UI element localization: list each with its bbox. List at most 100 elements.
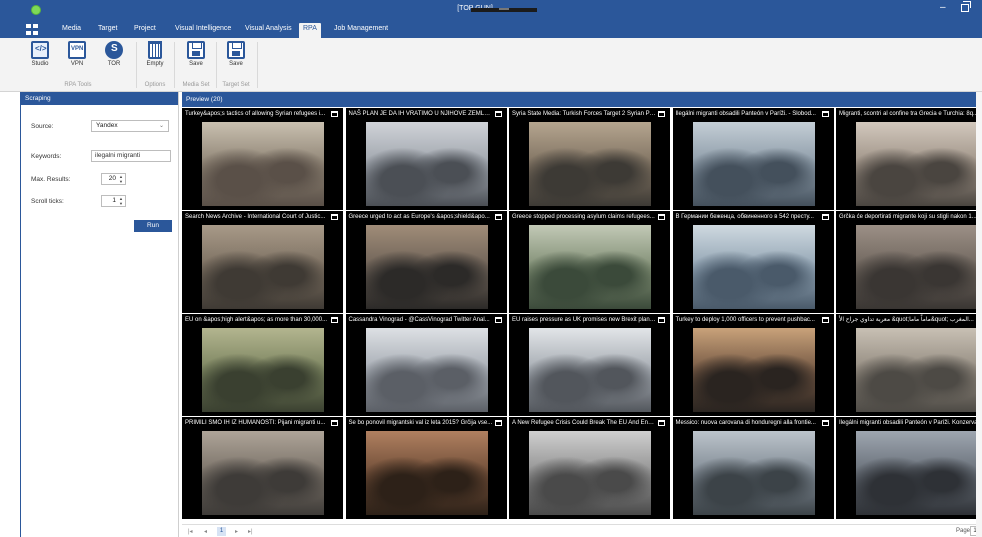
save-media-set-button[interactable]: Save bbox=[181, 41, 211, 81]
preview-thumbnail[interactable] bbox=[692, 122, 815, 206]
preview-thumbnail[interactable] bbox=[692, 328, 815, 412]
preview-thumbnail[interactable] bbox=[856, 431, 978, 515]
open-window-icon[interactable] bbox=[658, 317, 665, 323]
preview-card-caption: В Германии беженца, обвиненного в 542 пр… bbox=[675, 214, 814, 220]
preview-card[interactable]: Greece stopped processing asylum claims … bbox=[509, 211, 670, 313]
preview-thumbnail[interactable] bbox=[529, 225, 651, 309]
studio-label: Studio bbox=[31, 61, 49, 67]
preview-card[interactable]: Se bo ponovil migrantski val iz leta 201… bbox=[345, 417, 507, 519]
open-window-icon[interactable] bbox=[821, 420, 829, 426]
title-drag-strip[interactable] bbox=[471, 8, 537, 12]
preview-thumbnail[interactable] bbox=[529, 328, 651, 412]
preview-card[interactable]: NAŠ PLAN JE DA IH VRATIMO U NJIHOVE ZEML… bbox=[345, 108, 507, 210]
preview-card[interactable]: Turkey to deploy 1,000 officers to preve… bbox=[672, 314, 834, 416]
group-label-media-set: Media Set bbox=[182, 82, 210, 88]
empty-button[interactable]: Empty bbox=[140, 41, 170, 81]
open-window-icon[interactable] bbox=[331, 317, 338, 323]
studio-button[interactable]: </> Studio bbox=[25, 41, 55, 81]
keywords-input[interactable]: ilegalni migranti bbox=[91, 150, 171, 162]
preview-thumbnail[interactable] bbox=[365, 225, 488, 309]
tab-job-management[interactable]: Job Management bbox=[330, 23, 392, 38]
stepper-arrows-icon[interactable]: ▲ ▼ bbox=[118, 196, 124, 206]
open-window-icon[interactable] bbox=[821, 317, 829, 323]
tor-button[interactable]: S TOR bbox=[99, 41, 129, 81]
preview-thumbnail[interactable] bbox=[365, 122, 488, 206]
preview-thumbnail[interactable] bbox=[529, 431, 651, 515]
tab-rpa[interactable]: RPA bbox=[299, 23, 321, 38]
preview-card-caption: Cassandra Vinograd - @CassVinograd Twitt… bbox=[348, 317, 490, 323]
tab-project[interactable]: Project bbox=[130, 23, 160, 38]
scrollbar[interactable] bbox=[976, 92, 982, 537]
preview-card[interactable]: Search News Archive - International Cour… bbox=[182, 211, 343, 313]
preview-thumbnail[interactable] bbox=[365, 328, 488, 412]
preview-card[interactable]: Messico: nuova carovana di honduregni al… bbox=[672, 417, 834, 519]
preview-card[interactable]: معربة تداوي جراح الأ &quot;ماماً ماما&qu… bbox=[836, 314, 982, 416]
preview-card[interactable]: Greece urged to act as Europe's &apos;sh… bbox=[345, 211, 507, 313]
preview-grid: Turkey&apos;s tactics of allowing Syrian… bbox=[182, 108, 982, 519]
open-window-icon[interactable] bbox=[331, 214, 338, 220]
trash-icon bbox=[148, 41, 162, 59]
preview-card-caption: Migranti, scontri al confine tra Grecia … bbox=[839, 111, 979, 117]
keywords-label: Keywords: bbox=[31, 153, 62, 160]
run-button[interactable]: Run bbox=[134, 220, 172, 232]
preview-thumbnail[interactable] bbox=[856, 122, 978, 206]
tab-target[interactable]: Target bbox=[94, 23, 121, 38]
next-page-icon[interactable]: ▸ bbox=[235, 528, 238, 535]
preview-card-caption: EU on &apos;high alert&apos; as more tha… bbox=[185, 317, 328, 323]
ribbon-divider bbox=[257, 42, 258, 88]
tor-icon: S bbox=[105, 41, 123, 59]
apps-grid-icon[interactable] bbox=[26, 24, 38, 35]
group-label-options: Options bbox=[144, 82, 166, 88]
open-window-icon[interactable] bbox=[494, 111, 502, 117]
open-window-icon[interactable] bbox=[331, 420, 338, 426]
app-logo-icon[interactable] bbox=[31, 5, 41, 15]
ribbon-divider bbox=[136, 42, 137, 88]
open-window-icon[interactable] bbox=[658, 111, 665, 117]
preview-card[interactable]: Migranti, scontri al confine tra Grecia … bbox=[836, 108, 982, 210]
open-window-icon[interactable] bbox=[658, 214, 665, 220]
current-page-button[interactable]: 1 bbox=[217, 527, 226, 536]
preview-card[interactable]: Turkey&apos;s tactics of allowing Syrian… bbox=[182, 108, 343, 210]
preview-thumbnail[interactable] bbox=[529, 122, 651, 206]
preview-card[interactable]: EU on &apos;high alert&apos; as more tha… bbox=[182, 314, 343, 416]
preview-thumbnail[interactable] bbox=[202, 328, 324, 412]
preview-card[interactable]: Cassandra Vinograd - @CassVinograd Twitt… bbox=[345, 314, 507, 416]
open-window-icon[interactable] bbox=[331, 111, 338, 117]
vpn-button[interactable]: VPN VPN bbox=[62, 41, 92, 81]
preview-card[interactable]: Syria State Media: Turkish Forces Target… bbox=[509, 108, 670, 210]
tab-visual-analysis[interactable]: Visual Analysis bbox=[241, 23, 296, 38]
preview-card[interactable]: A New Refugee Crisis Could Break The EU … bbox=[509, 417, 670, 519]
preview-thumbnail[interactable] bbox=[856, 328, 978, 412]
restore-icon[interactable] bbox=[961, 1, 971, 12]
preview-thumbnail[interactable] bbox=[202, 225, 324, 309]
preview-card[interactable]: Ilegálni migranti obsadili Panteón v Par… bbox=[836, 417, 982, 519]
open-window-icon[interactable] bbox=[494, 214, 502, 220]
max-results-stepper[interactable]: 20 ▲ ▼ bbox=[101, 173, 126, 185]
first-page-icon[interactable]: |◂ bbox=[188, 528, 193, 535]
prev-page-icon[interactable]: ◂ bbox=[204, 528, 207, 535]
open-window-icon[interactable] bbox=[821, 111, 829, 117]
preview-thumbnail[interactable] bbox=[365, 431, 488, 515]
preview-card[interactable]: Grčka će deportirati migrante koji su st… bbox=[836, 211, 982, 313]
preview-card[interactable]: EU raises pressure as UK promises new Br… bbox=[509, 314, 670, 416]
preview-card[interactable]: В Германии беженца, обвиненного в 542 пр… bbox=[672, 211, 834, 313]
preview-thumbnail[interactable] bbox=[692, 225, 815, 309]
open-window-icon[interactable] bbox=[494, 317, 502, 323]
open-window-icon[interactable] bbox=[821, 214, 829, 220]
tab-visual-intelligence[interactable]: Visual Intelligence bbox=[171, 23, 235, 38]
minimize-icon[interactable]: – bbox=[940, 2, 946, 13]
preview-thumbnail[interactable] bbox=[856, 225, 978, 309]
save-target-set-button[interactable]: Save bbox=[221, 41, 251, 81]
preview-card[interactable]: PRIMILI SMO IH IZ HUMANOSTI: Pijani migr… bbox=[182, 417, 343, 519]
open-window-icon[interactable] bbox=[494, 420, 502, 426]
preview-card[interactable]: Ilegálni migranti obsadili Panteón v Par… bbox=[672, 108, 834, 210]
last-page-icon[interactable]: ▸| bbox=[248, 528, 253, 535]
preview-thumbnail[interactable] bbox=[692, 431, 815, 515]
preview-thumbnail[interactable] bbox=[202, 431, 324, 515]
scroll-ticks-stepper[interactable]: 1 ▲ ▼ bbox=[101, 195, 126, 207]
source-select[interactable]: Yandex ⌄ bbox=[91, 120, 169, 132]
open-window-icon[interactable] bbox=[658, 420, 665, 426]
preview-thumbnail[interactable] bbox=[202, 122, 324, 206]
tab-media[interactable]: Media bbox=[58, 23, 85, 38]
stepper-arrows-icon[interactable]: ▲ ▼ bbox=[118, 174, 124, 184]
